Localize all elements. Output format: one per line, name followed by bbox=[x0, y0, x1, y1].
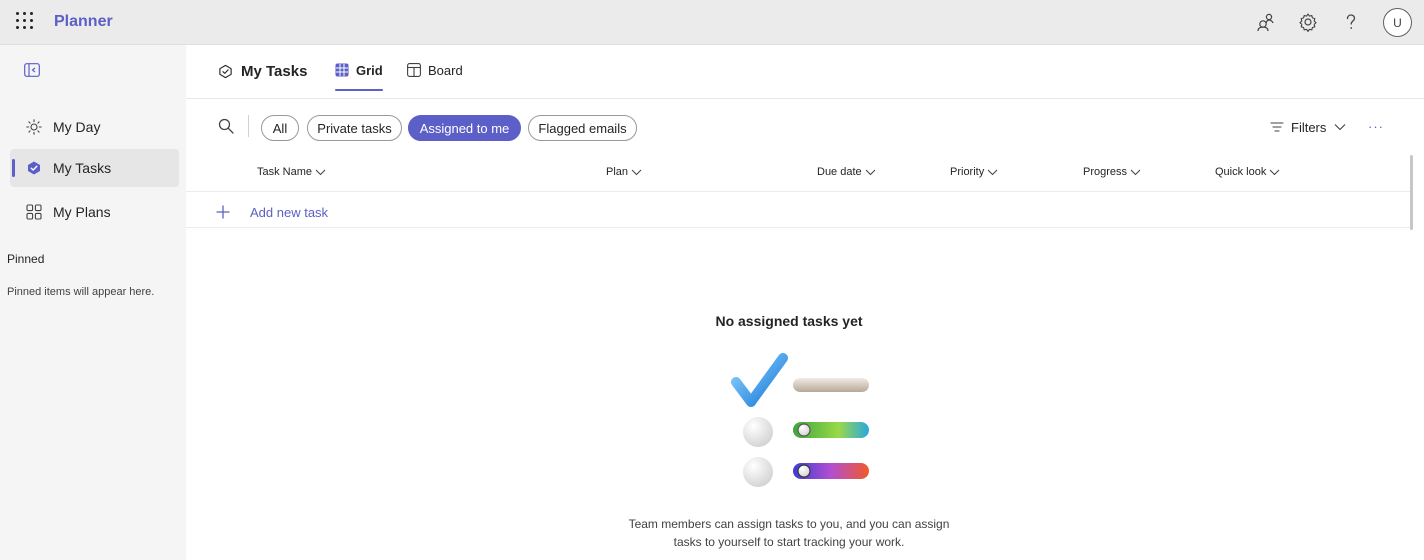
column-header-due-date[interactable]: Due date bbox=[817, 166, 876, 178]
sidebar-item-my-tasks[interactable]: My Tasks bbox=[10, 149, 179, 187]
people-icon[interactable] bbox=[1255, 11, 1277, 33]
chevron-down-icon bbox=[631, 169, 642, 175]
chevron-down-icon bbox=[865, 169, 876, 175]
column-header-label: Plan bbox=[606, 166, 629, 178]
board-view-icon bbox=[407, 63, 421, 77]
more-options-button[interactable]: ··· bbox=[1368, 119, 1384, 134]
sun-icon bbox=[26, 119, 42, 135]
filter-pill-all[interactable]: All bbox=[261, 115, 299, 141]
tasks-icon bbox=[28, 161, 40, 175]
column-header-label: Progress bbox=[1083, 166, 1128, 178]
page-title-group: My Tasks bbox=[218, 63, 307, 80]
avatar[interactable]: U bbox=[1383, 8, 1412, 37]
column-header-plan[interactable]: Plan bbox=[606, 166, 642, 178]
collapse-sidebar-icon[interactable] bbox=[24, 63, 40, 77]
add-new-task-label: Add new task bbox=[250, 204, 329, 220]
view-header: My Tasks Grid Board bbox=[186, 45, 1424, 99]
sidebar-item-my-day[interactable]: My Day bbox=[10, 108, 179, 146]
top-bar: Planner U bbox=[0, 0, 1424, 45]
empty-state-description-line: tasks to yourself to start tracking your… bbox=[673, 535, 905, 549]
grid-view-icon bbox=[335, 63, 349, 77]
tab-label: Board bbox=[428, 63, 463, 78]
filters-label: Filters bbox=[1291, 119, 1327, 135]
empty-state-title: No assigned tasks yet bbox=[715, 313, 863, 329]
filter-pill-flagged-emails[interactable]: Flagged emails bbox=[528, 115, 637, 141]
sidebar-item-label: My Tasks bbox=[53, 160, 112, 176]
sidebar-item-my-plans[interactable]: My Plans bbox=[10, 193, 179, 231]
pinned-section-title: Pinned bbox=[7, 252, 45, 266]
column-header-label: Task Name bbox=[257, 166, 313, 178]
sidebar-item-label: My Plans bbox=[53, 204, 111, 220]
chevron-down-icon bbox=[1270, 169, 1280, 175]
help-icon[interactable] bbox=[1340, 11, 1362, 33]
plus-icon bbox=[216, 205, 230, 219]
chevron-down-icon bbox=[1335, 124, 1346, 131]
filters-button[interactable]: Filters bbox=[1270, 118, 1346, 136]
column-header-quick-look[interactable]: Quick look bbox=[1215, 166, 1280, 178]
grid-icon bbox=[26, 204, 42, 220]
tasks-outline-icon bbox=[219, 64, 232, 79]
column-header-priority[interactable]: Priority bbox=[950, 166, 998, 178]
task-list-illustration-icon bbox=[731, 353, 869, 487]
row-divider bbox=[186, 191, 1412, 192]
page-title: My Tasks bbox=[241, 63, 308, 80]
column-header-label: Quick look bbox=[1215, 166, 1267, 178]
row-divider bbox=[186, 227, 1412, 228]
column-header-label: Due date bbox=[817, 166, 862, 178]
chevron-down-icon bbox=[315, 169, 326, 175]
pinned-empty-text: Pinned items will appear here. bbox=[7, 286, 155, 298]
app-launcher-icon[interactable] bbox=[16, 12, 34, 30]
tab-label: Grid bbox=[356, 63, 383, 78]
search-icon[interactable] bbox=[218, 118, 234, 134]
tab-board[interactable]: Board bbox=[407, 63, 463, 91]
divider bbox=[248, 115, 249, 137]
app-name[interactable]: Planner bbox=[54, 13, 113, 31]
vertical-scrollbar[interactable] bbox=[1410, 155, 1413, 230]
add-new-task-button[interactable]: Add new task bbox=[216, 202, 328, 222]
tab-grid[interactable]: Grid bbox=[335, 63, 383, 91]
filter-lines-icon bbox=[1270, 122, 1284, 132]
main-content: My Tasks Grid Board All Private tasks As… bbox=[186, 45, 1424, 560]
chevron-down-icon bbox=[1130, 169, 1141, 175]
gear-icon[interactable] bbox=[1297, 11, 1319, 33]
empty-state-description: Team members can assign tasks to you, an… bbox=[186, 515, 1392, 551]
sidebar-item-label: My Day bbox=[53, 119, 101, 135]
column-header-label: Priority bbox=[950, 166, 985, 178]
empty-state-description-line: Team members can assign tasks to you, an… bbox=[628, 517, 950, 531]
chevron-down-icon bbox=[987, 169, 998, 175]
filter-pill-assigned-to-me[interactable]: Assigned to me bbox=[408, 115, 521, 141]
filter-pill-private-tasks[interactable]: Private tasks bbox=[307, 115, 402, 141]
sidebar: My Day My Tasks My Plans Pinned Pinned i… bbox=[0, 45, 186, 560]
column-header-progress[interactable]: Progress bbox=[1083, 166, 1141, 178]
column-header-task-name[interactable]: Task Name bbox=[257, 166, 326, 178]
